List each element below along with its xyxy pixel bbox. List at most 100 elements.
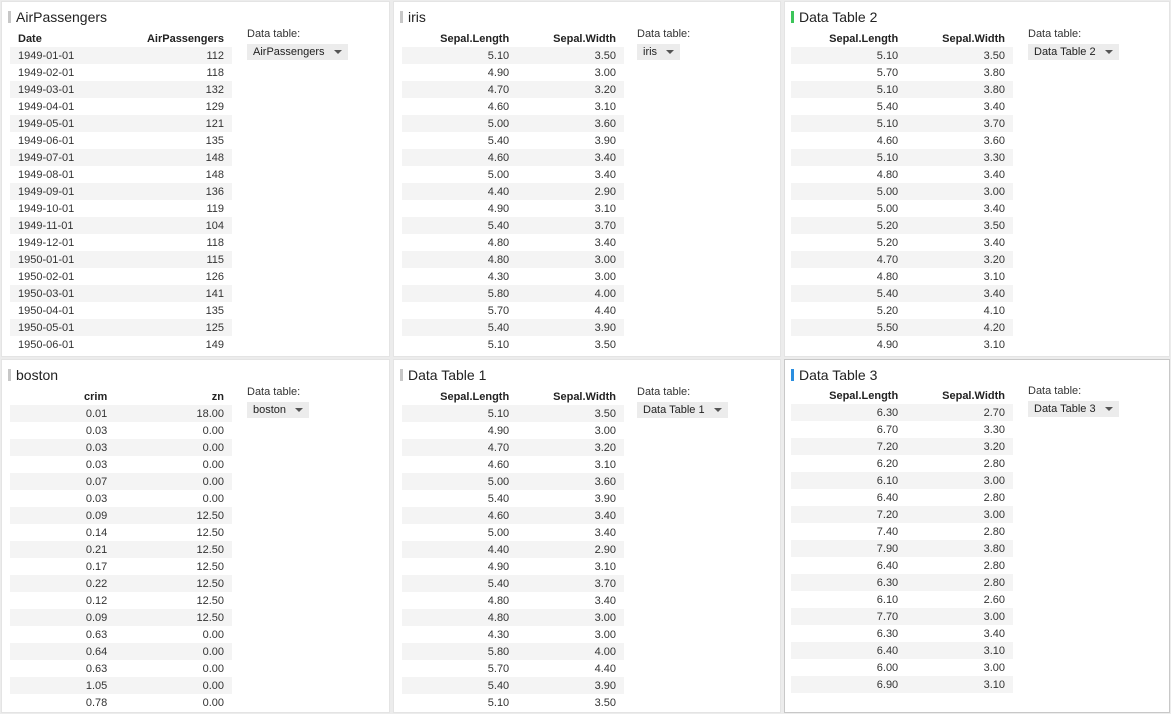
data-table: Sepal.Length Sepal.Width 5.10 3.50 4.90 3.0… xyxy=(402,388,624,711)
table-row: 5.40 3.90 xyxy=(402,490,624,507)
table-cell: 6.70 xyxy=(876,423,899,436)
table-cell: 4.60 xyxy=(487,100,510,113)
table-row: 4.40 2.90 xyxy=(402,541,624,558)
table-row: 5.40 3.90 xyxy=(402,132,624,149)
table-cell: 4.60 xyxy=(402,507,518,524)
table-row: 4.60 3.10 xyxy=(402,456,624,473)
table-row: 6.30 3.40 xyxy=(791,625,1013,642)
table-cell: 3.90 xyxy=(517,319,624,336)
column-header: Sepal.Length xyxy=(440,390,510,403)
table-row: 1949-06-01 135 xyxy=(10,132,232,149)
table-cell: 12.50 xyxy=(196,526,224,539)
table-cell: 0.00 xyxy=(202,696,224,709)
table-row: 0.12 12.50 xyxy=(10,592,232,609)
table-cell: 6.30 xyxy=(791,404,907,421)
table-row: 4.60 3.10 xyxy=(402,98,624,115)
table-row: 4.90 3.10 xyxy=(402,558,624,575)
table-cell: 3.10 xyxy=(906,642,1013,659)
chevron-down-icon xyxy=(333,50,342,54)
table-cell: 115 xyxy=(107,251,232,268)
table-cell: 5.70 xyxy=(487,304,510,317)
table-row: 5.00 3.60 xyxy=(402,473,624,490)
table-cell: 0.00 xyxy=(115,643,232,660)
panel-title: Data Table 2 xyxy=(791,9,877,25)
table-cell: 129 xyxy=(205,100,224,113)
table-cell: 0.14 xyxy=(85,526,108,539)
data-table-select[interactable]: Data Table 3 xyxy=(1028,401,1119,417)
table-cell: 135 xyxy=(205,304,224,317)
table-cell: 3.80 xyxy=(906,540,1013,557)
data-table-select[interactable]: boston xyxy=(247,402,310,418)
data-table-select[interactable]: AirPassengers xyxy=(247,44,348,60)
table-header-row: Sepal.Length Sepal.Width xyxy=(402,30,624,47)
table-header-row: Sepal.Length Sepal.Width xyxy=(791,387,1013,404)
table-cell: 6.90 xyxy=(791,676,907,693)
chevron-down-icon xyxy=(666,50,675,54)
panel-title: iris xyxy=(400,9,426,25)
table-row: 0.09 12.50 xyxy=(10,609,232,626)
table-cell: 2.80 xyxy=(906,574,1013,591)
table-cell: 0.00 xyxy=(202,492,224,505)
table-cell: 5.00 xyxy=(876,202,899,215)
table-cell: 3.20 xyxy=(906,438,1013,455)
table-cell: 3.00 xyxy=(983,661,1005,674)
table-row: 5.40 3.90 xyxy=(402,677,624,694)
table-cell: 6.40 xyxy=(876,491,899,504)
table-cell: 3.00 xyxy=(906,506,1013,523)
table-cell: 7.20 xyxy=(791,506,907,523)
table-row: 5.20 3.40 xyxy=(791,234,1013,251)
panel-title-text: Data Table 1 xyxy=(408,367,487,383)
panel-iris: iris Sepal.Length Sepal.Width 5.10 3.50 4.… xyxy=(393,1,781,357)
panel-title: boston xyxy=(8,367,58,383)
panel-accent-bar xyxy=(400,369,403,381)
table-cell: 6.10 xyxy=(791,472,907,489)
table-cell: 5.00 xyxy=(791,183,907,200)
table-header-row: crim zn xyxy=(10,388,232,405)
table-cell: 0.17 xyxy=(85,560,108,573)
table-cell: 119 xyxy=(206,202,224,215)
table-cell: 0.03 xyxy=(10,439,116,456)
table-cell: 5.00 xyxy=(487,526,510,539)
table-cell: 4.90 xyxy=(487,66,510,79)
table-row: 1950-03-01 141 xyxy=(10,285,232,302)
table-cell: 3.20 xyxy=(517,439,624,456)
table-cell: 1950-03-01 xyxy=(10,285,108,302)
table-cell: 0.00 xyxy=(202,424,224,437)
table-cell: 3.60 xyxy=(983,134,1005,147)
table-cell: 12.50 xyxy=(115,541,232,558)
table-cell: 136 xyxy=(107,183,232,200)
table-cell: 3.10 xyxy=(594,202,616,215)
panel-accent-bar xyxy=(791,11,794,23)
table-cell: 3.80 xyxy=(983,66,1005,79)
table-row: 7.40 2.80 xyxy=(791,523,1013,540)
table-row: 4.90 3.10 xyxy=(402,200,624,217)
data-table-select[interactable]: iris xyxy=(637,44,681,60)
table-cell: 1949-03-01 xyxy=(10,81,108,98)
table-cell: 5.00 xyxy=(487,168,510,181)
table-cell: 148 xyxy=(205,168,224,181)
data-table-select[interactable]: Data Table 1 xyxy=(637,402,728,418)
table-row: 5.10 3.50 xyxy=(402,405,624,422)
data-table-label: Data table: xyxy=(637,28,691,40)
table-cell: 18.00 xyxy=(115,405,232,422)
table-cell: 2.80 xyxy=(983,525,1005,538)
table-row: 0.78 0.00 xyxy=(10,694,232,711)
table-row: 1950-01-01 115 xyxy=(10,251,232,268)
table-header-row: Sepal.Length Sepal.Width xyxy=(791,30,1013,47)
table-cell: 1950-05-01 xyxy=(10,319,108,336)
table-cell: 4.60 xyxy=(402,149,518,166)
panel-airpassengers: AirPassengers Date AirPassengers 1949-01… xyxy=(1,1,390,357)
table-cell: 12.50 xyxy=(196,560,224,573)
table-cell: 4.70 xyxy=(402,81,518,98)
table-cell: 1949-07-01 xyxy=(10,149,108,166)
table-cell: 4.80 xyxy=(876,270,899,283)
table-cell: 3.80 xyxy=(906,81,1013,98)
table-row: 1949-03-01 132 xyxy=(10,81,232,98)
table-cell: 4.80 xyxy=(402,251,518,268)
panel-accent-bar xyxy=(791,369,794,381)
table-cell: 0.00 xyxy=(202,628,224,641)
column-header: Sepal.Width xyxy=(942,389,1005,402)
table-row: 5.10 3.80 xyxy=(791,81,1013,98)
data-table-select[interactable]: Data Table 2 xyxy=(1028,44,1119,60)
data-table-select-value: Data Table 1 xyxy=(643,404,705,416)
